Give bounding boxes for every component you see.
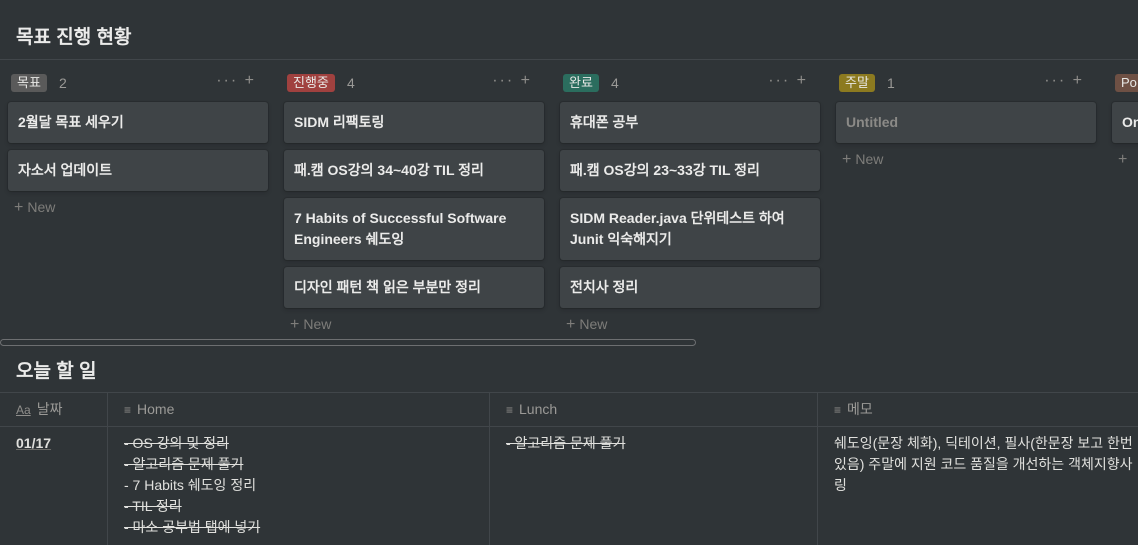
- column-count: 1: [887, 75, 895, 91]
- board-card[interactable]: 2월달 목표 세우기: [8, 102, 268, 143]
- status-tag[interactable]: 진행중: [287, 74, 335, 92]
- column-count: 4: [611, 75, 619, 91]
- column-header: 완료 4 ··· +: [552, 64, 814, 102]
- plus-icon: +: [14, 199, 24, 216]
- column-header-label: 날짜: [36, 401, 63, 417]
- text-property-icon: ≡: [124, 403, 132, 417]
- horizontal-scrollbar[interactable]: [0, 339, 696, 346]
- board-card[interactable]: 디자인 패턴 책 읽은 부분만 정리: [284, 267, 544, 308]
- column-header-lunch[interactable]: ≡ Lunch: [490, 393, 818, 426]
- column-actions[interactable]: ··· +: [216, 72, 256, 90]
- board-column: 완료 4 ··· + 휴대폰 공부패.캠 OS강의 23~33강 TIL 정리 SIDM…: [552, 64, 820, 334]
- column-header-home[interactable]: ≡ Home: [108, 393, 490, 426]
- new-card-label: New: [27, 199, 56, 215]
- new-card-button[interactable]: + New: [842, 151, 1090, 169]
- board-card[interactable]: 7 Habits of Successful Software Engineer…: [284, 198, 544, 260]
- column-header-label: Home: [137, 401, 175, 417]
- todo-line: - 7 Habits 쉐도잉 정리: [124, 477, 257, 493]
- board-card[interactable]: On: [1112, 102, 1138, 143]
- plus-icon: +: [1118, 151, 1128, 168]
- status-tag[interactable]: 주말: [839, 74, 875, 92]
- column-actions[interactable]: ··· +: [1044, 72, 1084, 90]
- status-tag[interactable]: 목표: [11, 74, 47, 92]
- board-column: 목표 2 ··· + 2월달 목표 세우기자소서 업데이트 + New: [0, 64, 268, 217]
- column-header-memo[interactable]: ≡ 메모: [818, 393, 1138, 426]
- new-card-button[interactable]: + New: [14, 199, 262, 217]
- board-card[interactable]: Untitled: [836, 102, 1096, 143]
- todo-line: - 알고리즘 문제 풀기: [124, 456, 244, 472]
- divider: [0, 59, 1138, 60]
- board-column: 진행중 4 ··· + SIDM 리팩토링패.캠 OS강의 34~40강 TIL 정리…: [276, 64, 544, 334]
- date-cell[interactable]: 01/17: [0, 427, 108, 545]
- plus-icon: +: [842, 151, 852, 168]
- title-property-icon: Aa: [16, 403, 31, 417]
- todo-line: - OS 강의 및 정리: [124, 435, 229, 451]
- board-card[interactable]: 전치사 정리: [560, 267, 820, 308]
- board-card[interactable]: 패.캠 OS강의 23~33강 TIL 정리: [560, 150, 820, 191]
- column-header: 주말 1 ··· +: [828, 64, 1090, 102]
- column-header-label: Lunch: [519, 401, 558, 417]
- column-count: 4: [347, 75, 355, 91]
- today-table: Aa 날짜 ≡ Home ≡ Lunch ≡ 메모 01/17 - OS 강의 및 정리…: [0, 392, 1138, 545]
- column-actions[interactable]: ··· +: [492, 72, 532, 90]
- column-header: 진행중 4 ··· +: [276, 64, 538, 102]
- todo-line: - 마소 공부법 탭에 넣기: [124, 519, 261, 535]
- table-header: Aa 날짜 ≡ Home ≡ Lunch ≡ 메모: [0, 393, 1138, 427]
- column-header: Po: [1104, 64, 1138, 102]
- column-header: 목표 2 ··· +: [0, 64, 262, 102]
- new-card-button[interactable]: +: [1118, 151, 1138, 169]
- kanban-board: 목표 2 ··· +2월달 목표 세우기 자소서 업데이트 + New 진행중 4 ··· + S…: [0, 64, 1138, 344]
- new-card-button[interactable]: + New: [566, 316, 814, 334]
- new-card-label: New: [579, 316, 608, 332]
- lunch-cell[interactable]: - 알고리즘 문제 풀기: [490, 427, 818, 545]
- board-card[interactable]: 패.캠 OS강의 34~40강 TIL 정리: [284, 150, 544, 191]
- new-card-button[interactable]: + New: [290, 316, 538, 334]
- board-card[interactable]: SIDM Reader.java 단위테스트 하여 Junit 익숙해지기: [560, 198, 820, 260]
- todo-line: - 알고리즘 문제 풀기: [506, 435, 626, 451]
- new-card-label: New: [303, 316, 332, 332]
- column-header-date[interactable]: Aa 날짜: [0, 393, 108, 426]
- plus-icon: +: [566, 316, 576, 333]
- board-card[interactable]: SIDM 리팩토링: [284, 102, 544, 143]
- text-property-icon: ≡: [506, 403, 514, 417]
- new-card-label: New: [855, 151, 884, 167]
- board-column: Po On +: [1104, 64, 1138, 169]
- column-count: 2: [59, 75, 67, 91]
- board-card[interactable]: 자소서 업데이트: [8, 150, 268, 191]
- text-property-icon: ≡: [834, 403, 842, 417]
- board-card[interactable]: 휴대폰 공부: [560, 102, 820, 143]
- memo-cell[interactable]: 쉐도잉(문장 체화), 딕테이션, 필사(한문장 보고 한번 있음) 주말에 지…: [818, 427, 1138, 545]
- plus-icon: +: [290, 316, 300, 333]
- column-actions[interactable]: ··· +: [768, 72, 808, 90]
- todo-line: - TIL 정리: [124, 498, 182, 514]
- board-title: 목표 진행 현황: [16, 27, 132, 48]
- today-title: 오늘 할 일: [16, 361, 97, 382]
- home-cell[interactable]: - OS 강의 및 정리 - 알고리즘 문제 풀기 - 7 Habits 쉐도잉 정…: [108, 427, 490, 545]
- board-column: 주말 1 ··· + Untitled + New: [828, 64, 1096, 169]
- status-tag[interactable]: Po: [1115, 74, 1138, 92]
- column-header-label: 메모: [847, 401, 873, 417]
- table-row[interactable]: 01/17 - OS 강의 및 정리 - 알고리즘 문제 풀기 - 7 Habits…: [0, 427, 1138, 545]
- status-tag[interactable]: 완료: [563, 74, 599, 92]
